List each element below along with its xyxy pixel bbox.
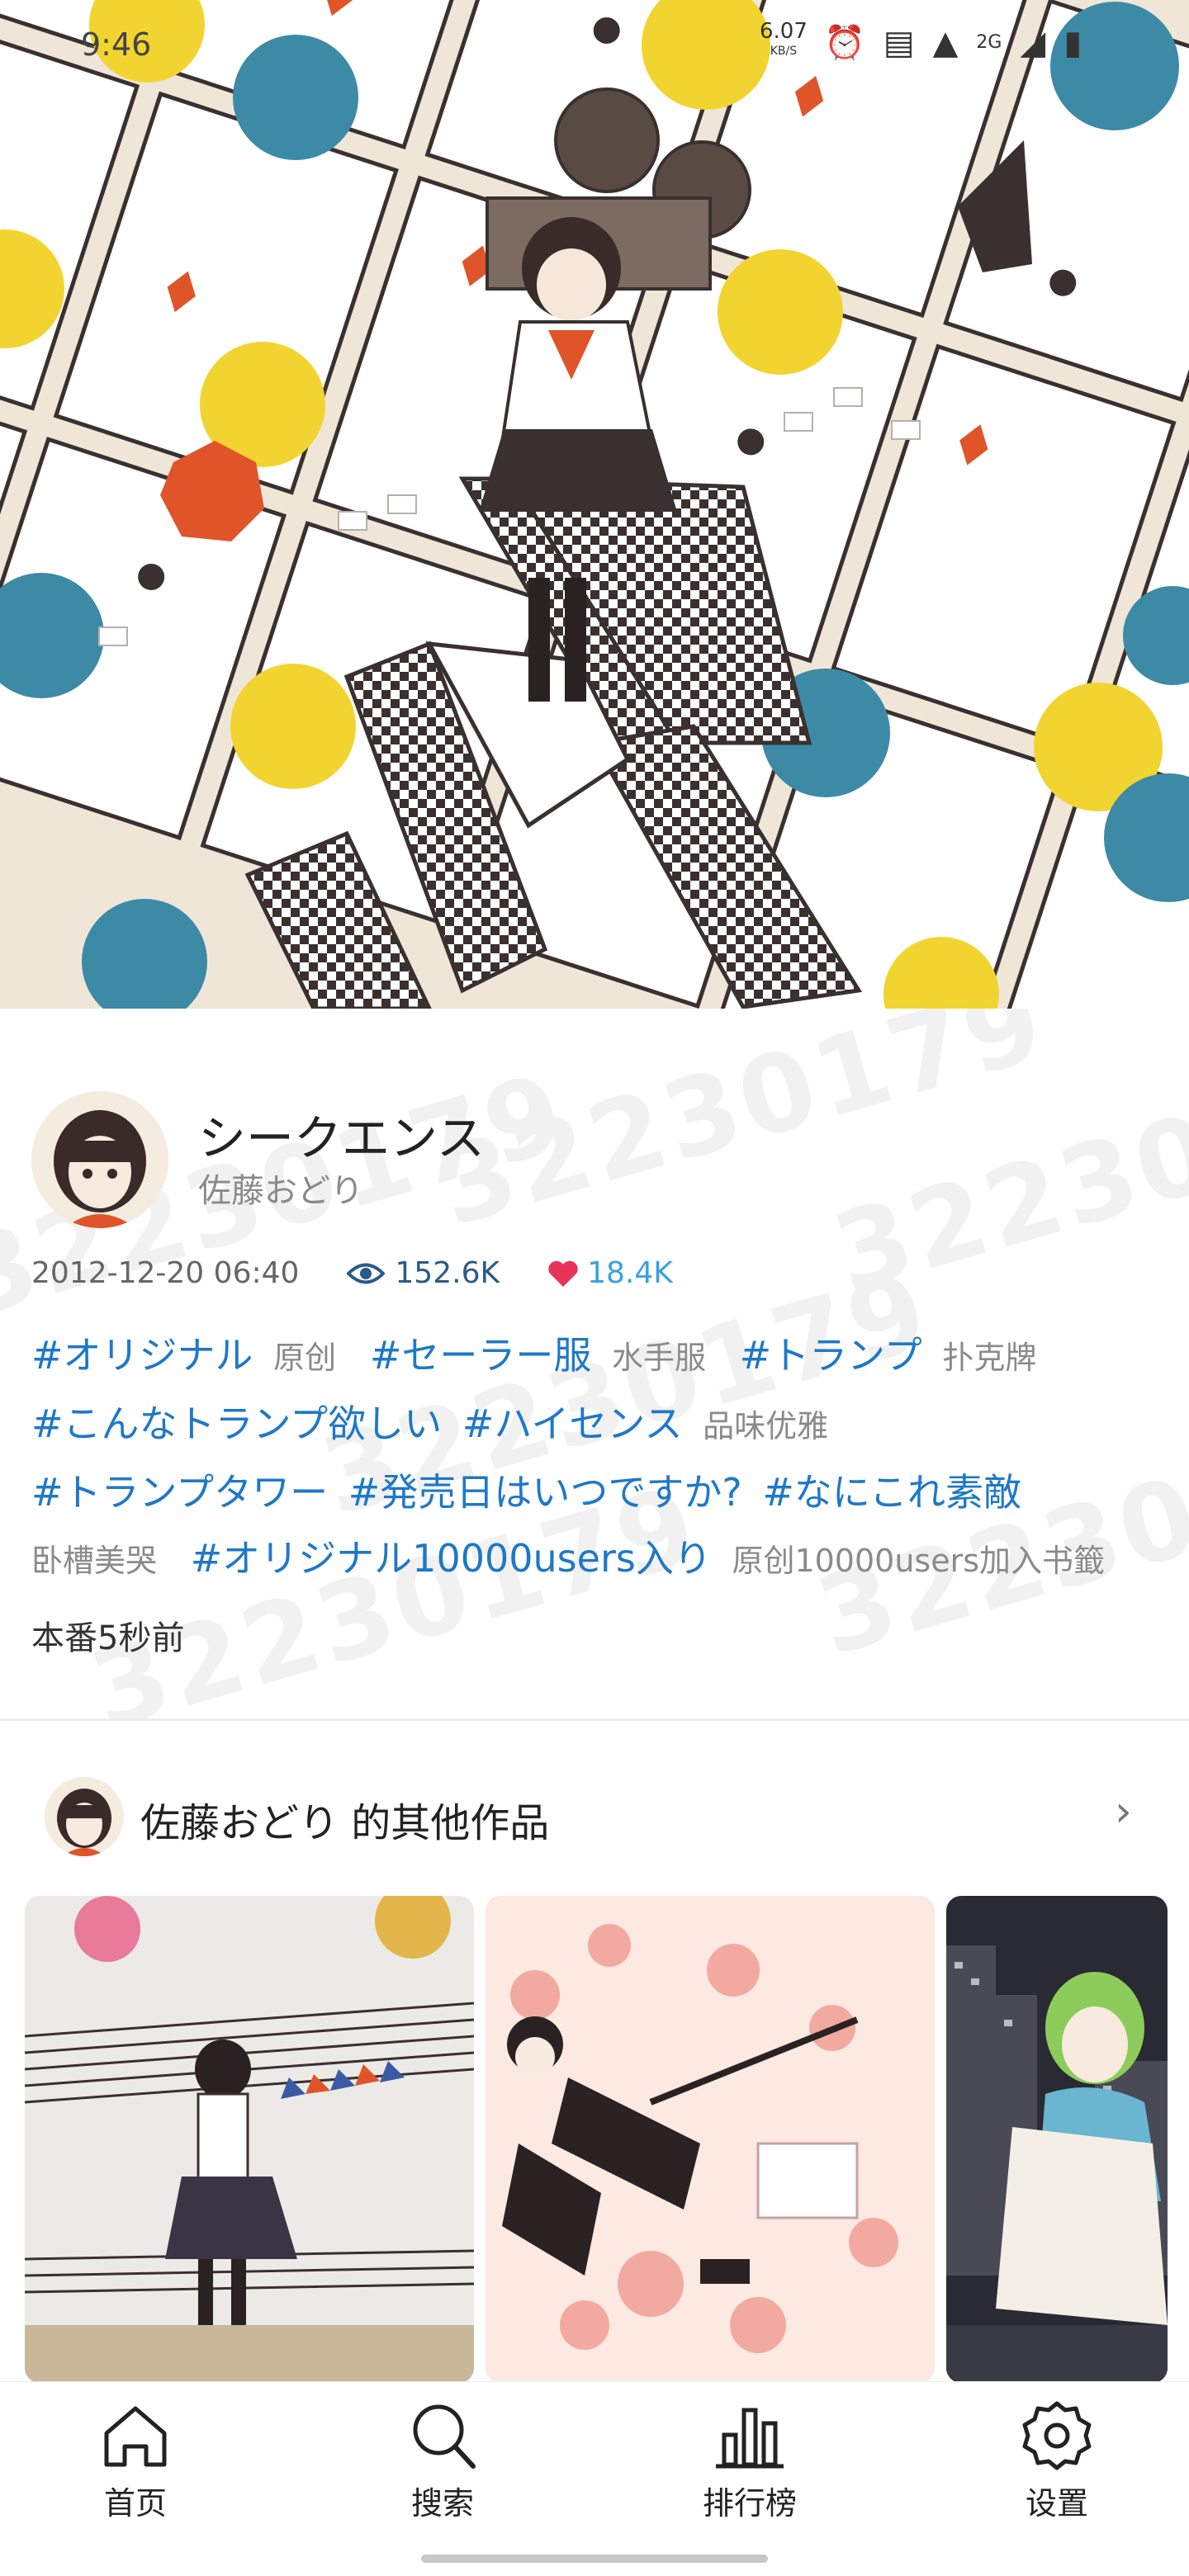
nav-ranking-label: 排行榜 — [702, 2485, 797, 2522]
other-works-title[interactable]: 佐藤おどり 的其他作品 — [140, 1790, 549, 1848]
tag-original-10000-users[interactable]: #オリジナル10000users入り — [191, 1525, 712, 1591]
network-type: 2G — [976, 32, 1002, 53]
back-button[interactable]: ‹ — [48, 88, 106, 150]
nav-home[interactable]: 首页 — [53, 2399, 218, 2523]
author-avatar-image — [31, 1091, 168, 1228]
ranking-icon — [716, 2408, 784, 2469]
views-count: 152.6K — [395, 1256, 500, 1290]
wifi-icon: ▲ — [932, 23, 959, 62]
likes-count: 18.4K — [587, 1256, 673, 1290]
other-work-thumbnail[interactable] — [25, 1896, 474, 2383]
vibrate-icon: ▤ — [883, 23, 915, 62]
other-work-thumbnail[interactable] — [946, 1896, 1168, 2383]
tag-card-tower[interactable]: #トランプタワー — [31, 1459, 328, 1525]
tag-so-lovely[interactable]: #なにこれ素敵 — [762, 1459, 1021, 1525]
chevron-left-icon: ‹ — [48, 83, 71, 151]
tag-high-sense-translation: 品味优雅 — [703, 1408, 829, 1444]
home-indicator[interactable] — [421, 2555, 768, 2563]
meta-row: 2012-12-20 06:40 152.6K 18.4K — [31, 1256, 673, 1290]
tag-original-10000-users-translation: 原创10000users加入书籤 — [732, 1543, 1106, 1579]
artwork-caption: 本番5秒前 — [31, 1619, 185, 1657]
status-bar: 9:46 6.07 KB/S ⏰ ▤ ▲ 2G ◢ ▮ — [0, 0, 1189, 91]
author-avatar-image — [45, 1777, 124, 1856]
tag-original-translation: 原创 — [273, 1340, 337, 1376]
tag-sailor-uniform[interactable]: #セーラー服 — [370, 1322, 592, 1388]
chevron-right-icon[interactable]: › — [1115, 1787, 1132, 1836]
artwork-info: 32230179 32230179 32230179 32230179 3223… — [0, 1009, 1189, 1718]
signal-icon: ◢ — [1020, 23, 1046, 62]
search-icon — [413, 2404, 476, 2469]
thumbnail-image — [946, 1896, 1168, 2383]
tag-list: #オリジナル 原创 #セーラー服 水手服 #トランプ 扑克牌 #こんなトランプ欲… — [31, 1322, 1163, 1594]
battery-icon: ▮ — [1063, 23, 1082, 62]
eye-icon — [347, 1263, 386, 1283]
thumbnail-image — [486, 1896, 935, 2383]
home-icon — [104, 2406, 167, 2467]
tag-want-these-cards[interactable]: #こんなトランプ欲しい — [31, 1391, 442, 1457]
gear-icon — [1022, 2401, 1092, 2470]
heart-icon — [548, 1260, 578, 1287]
nav-home-label: 首页 — [103, 2485, 167, 2522]
tag-playing-cards-translation: 扑克牌 — [942, 1340, 1037, 1376]
publish-date: 2012-12-20 06:40 — [31, 1256, 300, 1290]
tag-playing-cards[interactable]: #トランプ — [740, 1322, 922, 1388]
tag-release-date[interactable]: #発売日はいつですか? — [348, 1459, 742, 1525]
tag-high-sense[interactable]: #ハイセンス — [462, 1391, 683, 1457]
other-work-thumbnail[interactable] — [486, 1896, 935, 2383]
nav-settings[interactable]: 设置 — [974, 2399, 1139, 2523]
network-speed-unit: KB/S — [770, 45, 798, 58]
other-works-section: 佐藤おどり 的其他作品 › — [0, 1721, 1189, 2383]
tag-so-lovely-translation: 卧槽美哭 — [31, 1543, 158, 1579]
nav-search[interactable]: 搜索 — [360, 2399, 525, 2523]
views-count-group: 152.6K — [347, 1256, 500, 1290]
tag-sailor-uniform-translation: 水手服 — [611, 1340, 706, 1376]
author-name[interactable]: 佐藤おどり — [198, 1164, 363, 1212]
author-avatar[interactable] — [31, 1091, 168, 1228]
thumbnail-image — [25, 1896, 474, 2383]
network-speed-value: 6.07 — [760, 19, 808, 44]
other-works-author-avatar[interactable] — [45, 1777, 124, 1856]
status-time: 9:46 — [81, 26, 152, 63]
alarm-icon: ⏰ — [824, 24, 865, 62]
artwork-image[interactable]: 9:46 6.07 KB/S ⏰ ▤ ▲ 2G ◢ ▮ ‹ — [0, 0, 1189, 1009]
artwork-illustration — [0, 0, 1189, 1009]
status-icons: ⏰ ▤ ▲ 2G ◢ ▮ — [824, 23, 1082, 63]
tag-original[interactable]: #オリジナル — [31, 1322, 253, 1388]
nav-search-label: 搜索 — [410, 2485, 474, 2522]
nav-settings-label: 设置 — [1025, 2485, 1088, 2522]
likes-count-group[interactable]: 18.4K — [547, 1256, 673, 1290]
work-title: シークエンス — [198, 1110, 485, 1166]
bottom-navigation: 首页 搜索 排行榜 设置 — [0, 2381, 1189, 2576]
network-speed: 6.07 KB/S — [760, 21, 808, 61]
nav-ranking[interactable]: 排行榜 — [667, 2399, 832, 2523]
